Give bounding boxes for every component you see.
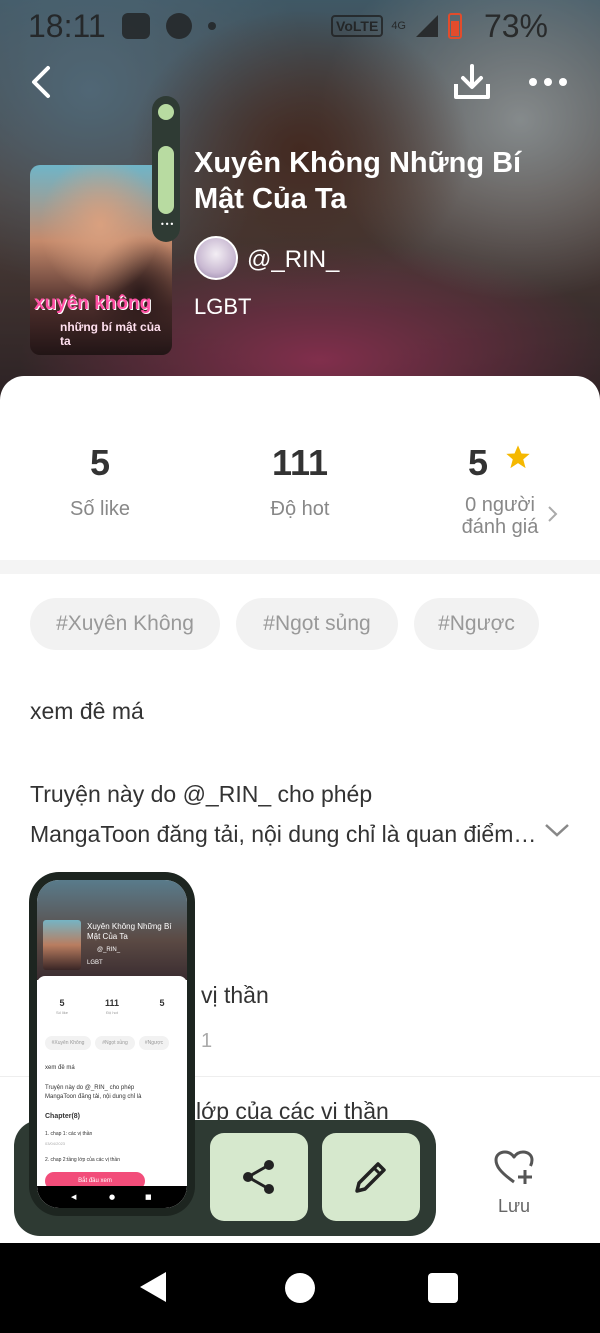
thumbnail-notice: Truyện này do @_RIN_ cho phép — [45, 1085, 135, 1091]
back-button[interactable] — [24, 60, 64, 104]
stat-likes: 5 Số like — [0, 442, 200, 520]
thumbnail-tag: #Xuyên Không — [45, 1036, 91, 1050]
thumbnail-home-icon: ● — [109, 1193, 116, 1201]
thumbnail-category: LGBT — [87, 960, 103, 966]
download-icon — [454, 64, 490, 99]
chevron-right-icon[interactable] — [546, 504, 560, 524]
thumbnail-tag: #Ngược — [139, 1036, 169, 1050]
section-divider — [0, 560, 600, 574]
back-arrow-icon — [32, 66, 50, 98]
book-cover: xuyên không những bí mật của ta — [30, 165, 172, 355]
book-description: xem đê má — [30, 698, 144, 724]
save-label: Lưu — [497, 1196, 531, 1216]
notice-line1: Truyện này do @_RIN_ cho phép — [30, 781, 373, 807]
author-avatar[interactable] — [194, 236, 238, 280]
thumbnail-stat: 111 — [104, 998, 120, 1008]
thumbnail-title: Xuyên Không Những Bí Mật Của Ta — [87, 922, 172, 941]
thumbnail-notice: MangaToon đăng tải, nội dung chỉ là — [45, 1094, 142, 1100]
more-options-button[interactable] — [526, 64, 570, 100]
chapter-meta-partial: 1 — [201, 1030, 213, 1052]
thumbnail-chapter-date: 03/04/2023 — [45, 1141, 66, 1146]
thumbnail-stat-label: Số like — [55, 1010, 68, 1015]
save-button[interactable]: Lưu — [478, 1150, 550, 1217]
system-navigation-bar — [0, 1243, 600, 1333]
copyright-notice: Truyện này do @_RIN_ cho phép MangaToon … — [30, 774, 550, 854]
likes-count: 5 — [89, 442, 111, 483]
status-notifications — [122, 13, 216, 39]
nav-back-button[interactable] — [138, 1270, 168, 1304]
chapter-title-partial[interactable]: vị thần — [201, 982, 269, 1009]
download-button[interactable] — [452, 62, 492, 102]
thumbnail-stat-label: Độ hot — [106, 1010, 118, 1015]
nav-home-button[interactable] — [285, 1273, 315, 1303]
book-detail-screen: 18:11 VoLTE 4G 73% xuyên không những bí — [0, 0, 600, 1333]
more-dots-icon — [529, 78, 567, 86]
thumbnail-stat: 5 — [59, 998, 65, 1008]
thumbnail-chapters-header: Chapter(8) — [45, 1113, 81, 1120]
tag-chip[interactable]: #Xuyên Không — [30, 598, 220, 650]
thumbnail-nav-bar: ◀ ● ■ — [37, 1186, 187, 1208]
rating-text-label: đánh giá — [461, 516, 539, 538]
edit-button[interactable] — [322, 1133, 420, 1221]
notification-dot-icon — [208, 22, 216, 30]
book-title: Xuyên Không Những Bí Mật Của Ta — [194, 147, 522, 215]
likes-label: Số like — [69, 498, 131, 520]
battery-percent: 73% — [483, 8, 548, 44]
signal-icon — [416, 15, 438, 37]
star-icon — [506, 445, 530, 469]
battery-icon — [448, 13, 462, 39]
thumbnail-cover — [43, 920, 81, 970]
more-dots-icon[interactable]: ••• — [160, 220, 174, 229]
youtube-icon — [122, 13, 150, 39]
pencil-icon — [355, 1162, 386, 1193]
book-category: LGBT — [194, 294, 252, 319]
hot-label: Độ hot — [270, 498, 330, 520]
volte-badge: VoLTE — [331, 15, 384, 37]
cover-text-line1: xuyên không — [34, 293, 152, 314]
messenger-icon — [166, 13, 192, 39]
screenshot-side-controls[interactable]: ••• — [152, 96, 180, 242]
thumbnail-description: xem đê má — [45, 1065, 75, 1071]
heart-plus-icon — [494, 1150, 534, 1184]
author-name[interactable]: @_RIN_ — [247, 246, 339, 274]
thumbnail-recent-icon: ■ — [145, 1193, 152, 1201]
volume-slider[interactable] — [158, 146, 174, 214]
screenshot-thumbnail[interactable]: Xuyên Không Những Bí Mật Của Ta @_RIN_ L… — [29, 872, 195, 1216]
rating-count-label: 0 người — [465, 494, 535, 516]
share-icon — [243, 1160, 274, 1194]
thumbnail-stat: 5 — [159, 998, 165, 1008]
eye-icon[interactable] — [158, 104, 174, 120]
stat-rating[interactable]: 5 0 người đánh giá — [400, 442, 600, 538]
thumbnail-chapter: 1. chap 1: các vị thần — [45, 1131, 93, 1137]
thumbnail-chapter: 2. chap 2:tầng lớp của các vị thần — [45, 1157, 120, 1163]
network-gen-label: 4G — [391, 20, 406, 32]
hot-count: 111 — [271, 442, 329, 483]
stat-hot: 111 Độ hot — [200, 442, 400, 520]
status-time: 18:11 — [28, 8, 106, 44]
rating-value: 5 — [467, 442, 488, 483]
notice-line2: MangaToon đăng tải, nội dung chỉ là quan… — [30, 821, 542, 847]
share-button[interactable] — [210, 1133, 308, 1221]
thumbnail-back-icon: ◀ — [71, 1193, 77, 1201]
tag-chip[interactable]: #Ngược — [414, 598, 539, 650]
tag-chip[interactable]: #Ngọt sủng — [236, 598, 398, 650]
chevron-down-icon[interactable] — [544, 822, 570, 838]
thumbnail-author: @_RIN_ — [97, 947, 121, 953]
cover-text-line2: những bí mật của ta — [60, 320, 161, 348]
thumbnail-tag: #Ngọt sủng — [95, 1036, 135, 1050]
nav-recents-button[interactable] — [428, 1273, 458, 1303]
status-indicators: VoLTE 4G — [331, 13, 462, 39]
